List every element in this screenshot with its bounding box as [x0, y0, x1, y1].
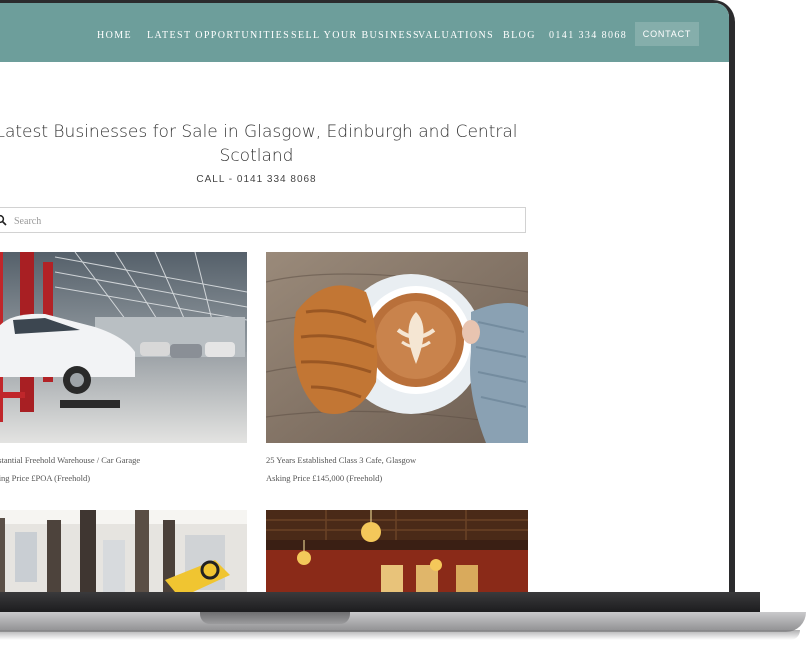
car-garage-photo: [0, 252, 247, 443]
nav-item-sell-your-business[interactable]: SELL YOUR BUSINESS: [291, 30, 420, 41]
call-line: CALL - 0141 334 8068: [196, 174, 317, 185]
coffee-croissant-photo: [266, 252, 528, 443]
ballroom-photo: [266, 510, 528, 592]
listing-title[interactable]: 25 Years Established Class 3 Cafe, Glasg…: [266, 455, 416, 465]
search-box[interactable]: [0, 207, 526, 233]
nav-bar: HOME LATEST OPPORTUNITIES SELL YOUR BUSI…: [0, 3, 729, 62]
laptop-hinge: [0, 592, 760, 612]
nav-item-home[interactable]: HOME: [97, 30, 132, 41]
nav-item-phone[interactable]: 0141 334 8068: [549, 30, 627, 41]
page-title: Latest Businesses for Sale in Glasgow, E…: [0, 122, 518, 166]
contact-button[interactable]: CONTACT: [635, 22, 699, 46]
laptop-shadow: [0, 630, 800, 640]
listing-price: Asking Price £POA (Freehold): [0, 473, 91, 483]
laptop-bezel: HOME LATEST OPPORTUNITIES SELL YOUR BUSI…: [0, 0, 735, 612]
listing-price: Asking Price £145,000 (Freehold): [266, 473, 383, 483]
listing-image-car-garage[interactable]: [0, 252, 247, 443]
nav-item-valuations[interactable]: VALUATIONS: [418, 30, 494, 41]
listing-image-hall[interactable]: [0, 510, 247, 592]
nav-item-latest-opportunities[interactable]: LATEST OPPORTUNITIES: [147, 30, 290, 41]
laptop-screen: HOME LATEST OPPORTUNITIES SELL YOUR BUSI…: [0, 3, 729, 592]
laptop-base: [0, 612, 806, 632]
search-icon: [0, 214, 7, 226]
listing-image-ballroom[interactable]: [266, 510, 528, 592]
listing-image-cafe[interactable]: [266, 252, 528, 443]
marble-hall-photo: [0, 510, 247, 592]
listing-title[interactable]: Substantial Freehold Warehouse / Car Gar…: [0, 455, 140, 465]
laptop-notch: [200, 612, 350, 624]
nav-item-blog[interactable]: BLOG: [503, 30, 536, 41]
search-input[interactable]: [12, 211, 516, 231]
